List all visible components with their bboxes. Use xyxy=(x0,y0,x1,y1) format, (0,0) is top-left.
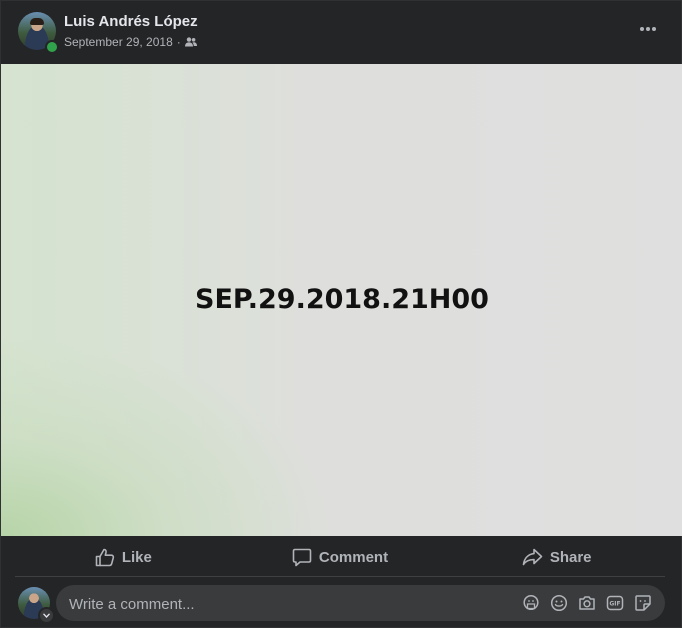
emoji-icon[interactable] xyxy=(545,589,573,617)
svg-text:GIF: GIF xyxy=(609,601,620,608)
online-status-dot xyxy=(45,40,59,54)
more-options-button[interactable] xyxy=(631,15,665,43)
thumbs-up-icon xyxy=(95,548,115,566)
action-bar: Like Comment Share xyxy=(15,538,665,577)
friends-icon[interactable] xyxy=(184,37,197,47)
post-image[interactable]: SEP.29.2018.21H00 xyxy=(1,64,682,536)
gif-icon[interactable]: GIF xyxy=(601,589,629,617)
avatar-sticker-icon[interactable] xyxy=(517,589,545,617)
camera-icon[interactable] xyxy=(573,589,601,617)
avatar-hair xyxy=(30,18,44,25)
share-label: Share xyxy=(549,548,592,566)
share-arrow-icon xyxy=(522,548,543,566)
post-meta: September 29, 2018 · xyxy=(64,35,197,49)
post-card: Luis Andrés López September 29, 2018 · S xyxy=(0,0,682,628)
comment-input[interactable] xyxy=(67,585,511,623)
post-header: Luis Andrés López September 29, 2018 · xyxy=(1,1,682,64)
like-button[interactable]: Like xyxy=(15,538,232,576)
post-image-text: SEP.29.2018.21H00 xyxy=(195,284,489,315)
comment-button[interactable]: Comment xyxy=(232,538,449,576)
author-name[interactable]: Luis Andrés López xyxy=(64,13,198,30)
post-date[interactable]: September 29, 2018 xyxy=(64,35,173,49)
comment-composer: GIF xyxy=(56,585,665,623)
comment-bubble-icon xyxy=(292,548,312,566)
share-button[interactable]: Share xyxy=(448,538,665,576)
meta-separator: · xyxy=(176,35,181,49)
comment-tools: GIF xyxy=(517,585,657,621)
avatar-dropdown-badge[interactable] xyxy=(38,607,55,624)
sticker-icon[interactable] xyxy=(629,589,657,617)
like-label: Like xyxy=(121,548,152,566)
comment-label: Comment xyxy=(318,548,389,566)
chevron-down-icon xyxy=(43,613,50,618)
more-horizontal-icon xyxy=(640,27,656,31)
